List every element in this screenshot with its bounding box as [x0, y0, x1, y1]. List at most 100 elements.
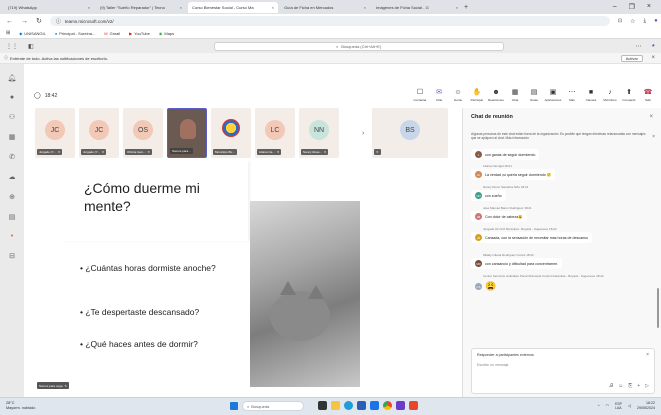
chat-scrollbar[interactable] — [657, 288, 659, 328]
files-icon[interactable]: ▤ — [9, 213, 16, 221]
maximize-icon[interactable]: ❐ — [629, 3, 635, 11]
download-icon[interactable]: ⤓ — [643, 18, 646, 25]
close-chat-icon[interactable]: × — [649, 114, 653, 120]
close-icon[interactable]: × — [272, 5, 274, 10]
apps-icon[interactable]: ⊕ — [9, 193, 15, 201]
app-icon[interactable] — [409, 401, 418, 410]
browser-tab[interactable]: (9) Taller "Sueño Reparador" | Tecno × — [96, 1, 186, 13]
control-people[interactable]: ☺ Gente — [451, 89, 465, 102]
control-notes[interactable]: ▤ Notas — [527, 89, 541, 102]
url-field[interactable]: ⓘ teams.microsoft.com/v2/ — [49, 16, 610, 26]
windows-start-icon[interactable] — [230, 402, 238, 410]
participant-tile[interactable]: LC Liliana Ca... ✕ — [255, 108, 295, 158]
browser-tab[interactable]: Imágenes de Ficha Social - G × — [372, 1, 462, 13]
minimize-icon[interactable]: – — [613, 3, 617, 11]
participant-tile-bs[interactable]: BS ✕ — [372, 108, 448, 158]
chrome-icon[interactable] — [383, 401, 392, 410]
store-icon[interactable] — [357, 401, 366, 410]
translate-icon[interactable]: ⊡ — [618, 18, 622, 24]
weather-widget[interactable]: 28°C Mayorm. nublado — [6, 401, 35, 411]
browser-tab[interactable]: Guía de Ficha en Mercados × — [280, 1, 370, 13]
participant-tile[interactable]: Municipio Bo... — [211, 108, 251, 158]
participant-tile-video[interactable]: Somos para... — [167, 108, 207, 158]
apps-grid-icon[interactable]: ⊞ — [6, 30, 10, 36]
participant-tile[interactable]: OS Oficina Gen... ✕ — [123, 108, 163, 158]
taskbar-search[interactable]: ⌕ Búsqueda — [242, 401, 304, 411]
bookmark-item[interactable]: ▶ YouTube — [129, 31, 150, 36]
browser-tab[interactable]: (719) WhatsApp × — [4, 1, 94, 13]
bookmark-item[interactable]: ◆ UNISANGIL — [19, 31, 46, 36]
speaker-icon[interactable]: ◁ — [628, 403, 631, 408]
format-icon[interactable]: Ꭿ — [609, 383, 613, 389]
participant-name: Nancy Rosa... ✕ — [301, 149, 329, 155]
participant-tile[interactable]: JC Jurgado (Y... ✕ — [35, 108, 75, 158]
control-camera[interactable]: ■ Cámara — [584, 89, 598, 102]
calls-icon[interactable]: ✆ — [9, 153, 15, 161]
attach-icon[interactable]: ⎘ — [628, 383, 632, 389]
bookmark-item[interactable]: M Gmail — [104, 31, 120, 36]
chat-icon[interactable]: ● — [10, 94, 14, 101]
view-icon: ▦ — [511, 89, 519, 96]
control-share[interactable]: ⬆ Compartir — [622, 89, 636, 102]
teams-icon[interactable]: ⚇ — [9, 113, 15, 121]
new-tab-button[interactable]: + — [464, 4, 468, 11]
bookmark-item[interactable]: ● Principal - Sureina... — [55, 31, 95, 36]
activate-notifications-button[interactable]: Activar — [620, 54, 643, 62]
clock[interactable]: 18:22 29/05/2024 — [637, 401, 655, 410]
close-icon[interactable]: × — [180, 5, 182, 10]
close-icon[interactable]: × — [88, 5, 90, 10]
control-microphone[interactable]: ♪ Micrófono — [603, 89, 617, 102]
reload-icon[interactable]: ↻ — [36, 17, 42, 25]
activity-icon[interactable]: 🔔︎ — [8, 74, 17, 82]
notification-text: Entérate de todo. Activa las notificacio… — [10, 55, 109, 61]
teams-search-input[interactable]: ⌕ Búsqueda (Ctrl+Alt+E) — [213, 41, 504, 51]
bookmark-item[interactable]: ◉ Maps — [159, 31, 174, 36]
onedrive-icon[interactable]: ☁ — [9, 173, 16, 181]
control-chat[interactable]: ✉ Chat — [432, 89, 446, 102]
profile-icon[interactable]: ● — [654, 18, 658, 24]
close-icon[interactable]: × — [651, 55, 655, 61]
wifi-icon[interactable]: ◠ — [606, 403, 610, 408]
message-bubble: LC La verdad ¡si quería seguir durmiendo … — [471, 169, 556, 180]
mail-icon[interactable] — [370, 401, 379, 410]
user-avatar[interactable]: ◕ — [651, 43, 655, 49]
chevron-up-icon[interactable]: ^ — [598, 403, 600, 408]
more-options-icon[interactable]: ⋯ — [635, 43, 641, 50]
app-icon[interactable] — [396, 401, 405, 410]
emoji-icon[interactable]: ☺ — [618, 383, 623, 389]
close-icon[interactable]: × — [646, 352, 649, 358]
close-window-icon[interactable]: × — [647, 3, 651, 11]
chat-message: Centro Servicios Judiciales Penal Munici… — [471, 274, 651, 294]
calendar-icon[interactable]: ▦ — [9, 133, 16, 141]
site-info-icon[interactable]: ⓘ — [56, 18, 61, 25]
language-indicator[interactable]: ESP LAA — [615, 402, 622, 410]
control-raise-hand[interactable]: ✋ Participar — [470, 89, 484, 102]
edge-icon[interactable] — [344, 401, 353, 410]
close-icon[interactable]: × — [364, 5, 366, 10]
pin-icon: ✎ — [64, 383, 68, 388]
more-apps-icon[interactable]: • — [11, 233, 13, 240]
control-apps[interactable]: ▣ Aplicaciones — [545, 89, 562, 102]
control-contactar[interactable]: ☐ Contactar — [413, 89, 427, 102]
star-icon[interactable]: ☆ — [630, 18, 635, 25]
sidebar-toggle-icon[interactable]: ◧ — [28, 43, 34, 50]
browser-tab-active[interactable]: Curso Bienestar Social - Curso Ma × — [188, 1, 278, 13]
control-more[interactable]: ⋯ Más — [565, 89, 579, 102]
add-icon[interactable]: + — [637, 383, 640, 389]
message-input[interactable]: Escribe un mensaje — [477, 363, 509, 367]
back-icon[interactable]: ← — [6, 18, 13, 25]
control-leave[interactable]: ☎ Salir — [641, 89, 655, 102]
close-icon[interactable]: × — [456, 5, 458, 10]
app-grid-icon[interactable]: ⋮⋮ — [6, 43, 18, 50]
participant-tile[interactable]: NN Nancy Rosa... ✕ — [299, 108, 339, 158]
control-view[interactable]: ▦ Vista — [508, 89, 522, 102]
control-reactions[interactable]: ☻ Reacciones — [488, 89, 504, 102]
strip-next-icon[interactable]: › — [362, 130, 364, 137]
file-explorer-icon[interactable] — [331, 401, 340, 410]
task-view-icon[interactable] — [318, 401, 327, 410]
send-icon[interactable]: ▷ — [645, 383, 649, 389]
store-icon[interactable]: ⊟ — [9, 252, 15, 260]
participant-tile[interactable]: JC Jurgado (Y... ✕ — [79, 108, 119, 158]
forward-icon[interactable]: → — [21, 18, 28, 25]
close-notice-icon[interactable]: × — [652, 134, 655, 140]
